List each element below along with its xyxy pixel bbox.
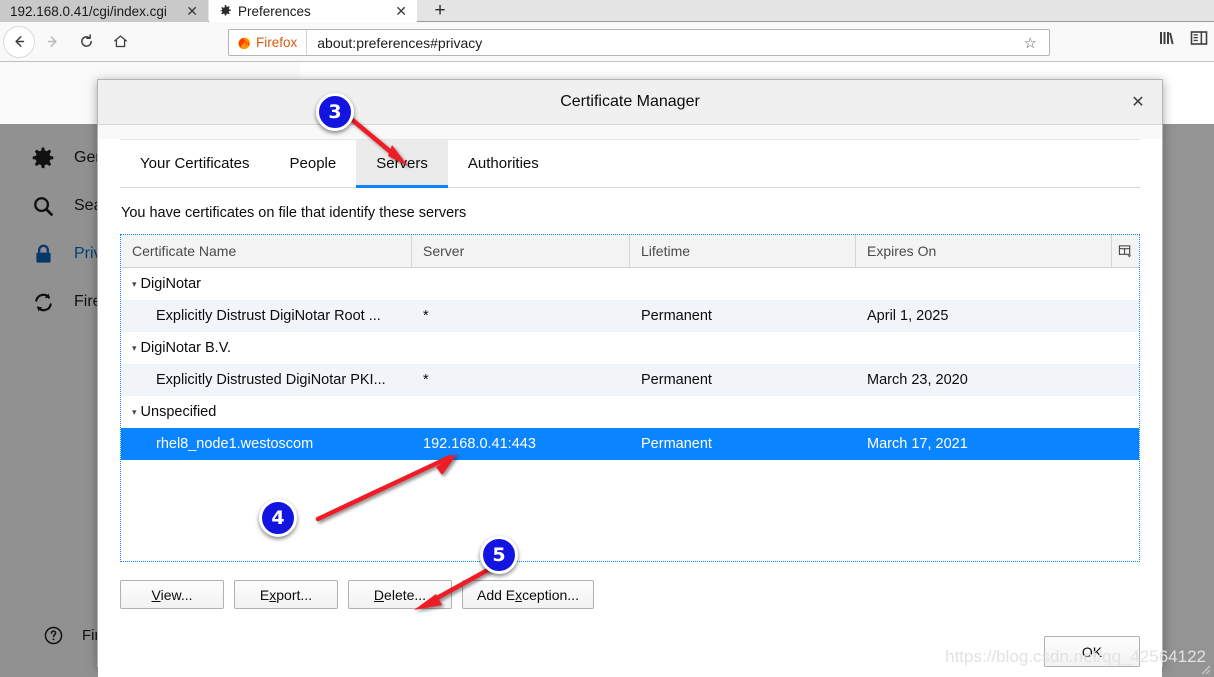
firefox-brand-chip: Firefox <box>229 30 308 55</box>
toolbar-right-icons <box>1158 29 1208 52</box>
firefox-logo-icon <box>238 37 251 49</box>
table-group-row[interactable]: ▾ DigiNotar B.V. <box>121 332 1139 364</box>
watermark: https://blog.csdn.net/qq_42564122 <box>945 647 1206 666</box>
reload-button[interactable] <box>69 25 103 59</box>
tab-servers[interactable]: Servers <box>356 140 448 188</box>
group-label: DigiNotar B.V. <box>140 340 232 356</box>
browser-window: 192.168.0.41/cgi/index.cgi ✕ Preferences… <box>0 0 1214 677</box>
dialog-titlebar: Certificate Manager ✕ <box>98 80 1162 125</box>
close-icon[interactable]: ✕ <box>1124 88 1152 116</box>
cell-expires-on: April 1, 2025 <box>867 308 949 324</box>
cell-lifetime: Permanent <box>641 372 712 388</box>
cell-certificate-name: Explicitly Distrusted DigiNotar PKI... <box>156 372 386 388</box>
library-icon[interactable] <box>1158 29 1176 52</box>
cell-lifetime: Permanent <box>641 308 712 324</box>
tab-people-label: People <box>289 155 337 172</box>
browser-tab-1[interactable]: Preferences ✕ <box>209 0 417 22</box>
group-name-cell: ▾ Unspecified <box>121 404 412 420</box>
cell-certificate-name: Explicitly Distrust DigiNotar Root ... <box>156 308 381 324</box>
sidebar-icon[interactable] <box>1190 29 1208 52</box>
tab-authorities[interactable]: Authorities <box>448 140 559 187</box>
delete-button[interactable]: Delete... <box>348 580 452 609</box>
cell-server: * <box>423 308 429 324</box>
cell-expires-on: March 23, 2020 <box>867 372 968 388</box>
group-name-cell: ▾ DigiNotar <box>121 276 412 292</box>
add-exception-button[interactable]: Add Exception... <box>462 580 594 609</box>
tab-strip: 192.168.0.41/cgi/index.cgi ✕ Preferences… <box>0 0 1214 22</box>
callout-badge-5: 5 <box>480 536 518 574</box>
table-row[interactable]: Explicitly Distrust DigiNotar Root ... *… <box>121 300 1139 332</box>
gear-icon <box>219 4 232 18</box>
dialog-body: Your Certificates People Servers Authori… <box>98 139 1162 677</box>
view-button[interactable]: View... <box>120 580 224 609</box>
column-header-certificate-name[interactable]: Certificate Name <box>121 235 412 267</box>
url-text[interactable]: about:preferences#privacy <box>307 35 1023 51</box>
tab-your-certificates[interactable]: Your Certificates <box>120 140 270 187</box>
close-icon[interactable]: ✕ <box>393 4 409 18</box>
certificate-tabs: Your Certificates People Servers Authori… <box>120 139 1140 188</box>
table-header-row: Certificate Name Server Lifetime Expires… <box>121 235 1139 268</box>
browser-tab-0-label: 192.168.0.41/cgi/index.cgi <box>10 3 167 19</box>
back-button[interactable] <box>3 25 35 58</box>
column-picker-icon[interactable] <box>1112 235 1139 267</box>
chevron-down-icon[interactable]: ▾ <box>132 407 137 418</box>
action-button-row: View... Export... Delete... Add Exceptio… <box>120 562 1140 609</box>
column-header-expires-on[interactable]: Expires On <box>856 235 1112 267</box>
group-label: Unspecified <box>140 404 217 420</box>
cell-server: 192.168.0.41:443 <box>423 436 536 452</box>
table-row[interactable]: Explicitly Distrusted DigiNotar PKI... *… <box>121 364 1139 396</box>
column-header-server[interactable]: Server <box>412 235 630 267</box>
panel-description: You have certificates on file that ident… <box>121 205 467 221</box>
close-icon[interactable]: ✕ <box>184 4 200 18</box>
new-tab-button[interactable]: + <box>425 0 455 22</box>
selected-certificate-row[interactable]: rhel8_node1.westoscom 192.168.0.41:443 P… <box>121 428 1139 460</box>
group-label: DigiNotar <box>140 276 201 292</box>
table-group-row[interactable]: ▾ DigiNotar <box>121 268 1139 300</box>
group-name-cell: ▾ DigiNotar B.V. <box>121 340 412 356</box>
browser-tab-1-label: Preferences <box>238 3 311 19</box>
home-icon[interactable] <box>103 25 137 59</box>
chevron-down-icon[interactable]: ▾ <box>132 343 137 354</box>
cell-server: * <box>423 372 429 388</box>
firefox-brand-label: Firefox <box>256 35 298 50</box>
certificate-manager-dialog: Certificate Manager ✕ Your Certificates … <box>97 79 1163 677</box>
callout-badge-3: 3 <box>316 93 354 131</box>
url-bar[interactable]: Firefox about:preferences#privacy ☆ <box>228 29 1050 56</box>
column-header-lifetime[interactable]: Lifetime <box>630 235 856 267</box>
export-button[interactable]: Export... <box>234 580 338 609</box>
tab-your-certificates-label: Your Certificates <box>140 155 250 172</box>
cell-expires-on: March 17, 2021 <box>867 436 968 452</box>
table-group-row[interactable]: ▾ Unspecified <box>121 396 1139 428</box>
bookmark-star-icon[interactable]: ☆ <box>1024 34 1049 52</box>
browser-tab-0[interactable]: 192.168.0.41/cgi/index.cgi ✕ <box>0 0 208 22</box>
cell-lifetime: Permanent <box>641 436 712 452</box>
tab-authorities-label: Authorities <box>467 155 539 172</box>
forward-button[interactable] <box>35 25 69 59</box>
tab-people[interactable]: People <box>270 140 357 187</box>
cell-certificate-name: rhel8_node1.westoscom <box>156 436 314 452</box>
dialog-title: Certificate Manager <box>560 93 700 110</box>
chevron-down-icon[interactable]: ▾ <box>132 279 137 290</box>
tab-servers-label: Servers <box>376 155 428 172</box>
callout-badge-4: 4 <box>259 499 297 537</box>
resize-grip[interactable] <box>1197 661 1211 675</box>
